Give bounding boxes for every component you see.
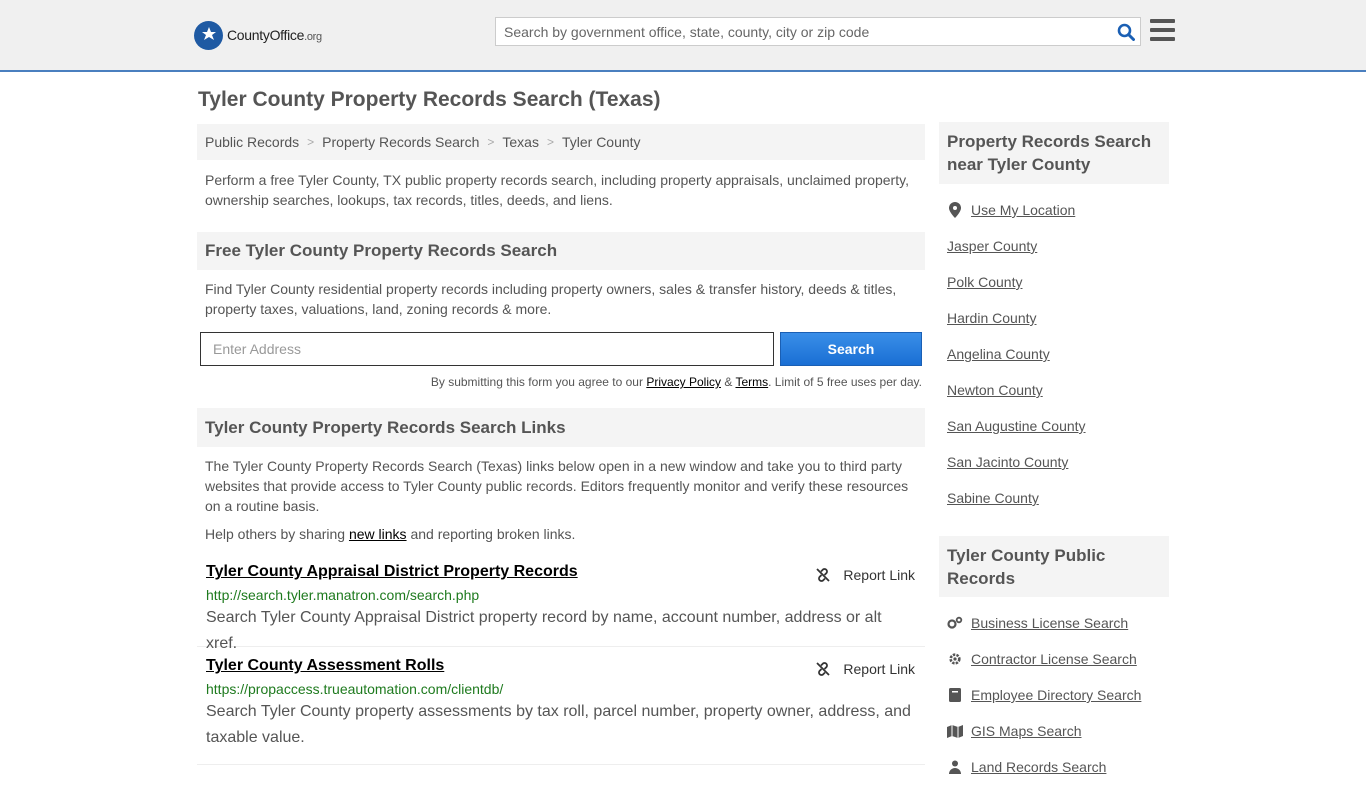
list-item: Newton County — [947, 372, 1161, 408]
book-icon — [947, 688, 963, 702]
nearby-county-link[interactable]: Newton County — [947, 382, 1043, 398]
address-search-form: Search — [197, 332, 925, 366]
main-content: Public Records > Property Records Search… — [197, 124, 925, 765]
result-item: Tyler County Assessment Rolls Report Lin… — [197, 647, 925, 765]
broken-link-icon — [816, 568, 831, 582]
list-item: Sabine County — [947, 480, 1161, 516]
menu-icon[interactable] — [1150, 19, 1175, 41]
nearby-county-link[interactable]: Polk County — [947, 274, 1022, 290]
logo-text: CountyOffice.org — [227, 27, 322, 43]
result-description: Search Tyler County property assessments… — [206, 703, 911, 746]
breadcrumb-public-records[interactable]: Public Records — [205, 134, 299, 150]
list-item: Land Records Search — [947, 749, 1161, 785]
list-item: Use My Location — [947, 192, 1161, 228]
list-item: Business License Search — [947, 605, 1161, 641]
report-link-label: Report Link — [843, 661, 915, 677]
free-search-heading: Free Tyler County Property Records Searc… — [197, 232, 925, 270]
breadcrumb-separator: > — [307, 135, 315, 149]
list-item: Employee Directory Search — [947, 677, 1161, 713]
sidebar: Property Records Search near Tyler Count… — [939, 122, 1169, 785]
site-search-input[interactable] — [496, 18, 1112, 45]
map-icon — [947, 724, 963, 738]
site-logo[interactable]: CountyOffice.org — [194, 20, 322, 50]
address-search-button[interactable]: Search — [780, 332, 922, 366]
breadcrumb-separator: > — [546, 135, 554, 149]
seal-icon — [194, 20, 223, 50]
list-item: Polk County — [947, 264, 1161, 300]
form-disclaimer: By submitting this form you agree to our… — [430, 375, 922, 389]
links-text: The Tyler County Property Records Search… — [205, 458, 909, 514]
breadcrumb-property-records-search[interactable]: Property Records Search — [322, 134, 479, 150]
public-record-link[interactable]: Land Records Search — [971, 759, 1106, 775]
site-search — [495, 17, 1141, 46]
broken-link-icon — [816, 662, 831, 676]
list-item: Angelina County — [947, 336, 1161, 372]
privacy-policy-link[interactable]: Privacy Policy — [646, 375, 721, 389]
breadcrumb: Public Records > Property Records Search… — [197, 124, 925, 160]
top-header: CountyOffice.org — [0, 0, 1366, 72]
nearby-county-link[interactable]: San Jacinto County — [947, 454, 1068, 470]
new-links-link[interactable]: new links — [349, 526, 407, 542]
share-text: Help others by sharing new links and rep… — [205, 526, 576, 542]
map-marker-icon — [947, 202, 963, 218]
list-item: Contractor License Search — [947, 641, 1161, 677]
breadcrumb-separator: > — [487, 135, 495, 149]
list-item: San Augustine County — [947, 408, 1161, 444]
nearby-county-link[interactable]: Sabine County — [947, 490, 1039, 506]
public-record-link[interactable]: Contractor License Search — [971, 651, 1137, 667]
nearby-list: Use My Location Jasper County Polk Count… — [939, 192, 1169, 516]
public-records-heading: Tyler County Public Records — [939, 536, 1169, 597]
public-record-link[interactable]: GIS Maps Search — [971, 723, 1082, 739]
search-icon[interactable] — [1112, 18, 1140, 45]
list-item: GIS Maps Search — [947, 713, 1161, 749]
list-item: Jasper County — [947, 228, 1161, 264]
terms-link[interactable]: Terms — [735, 375, 768, 389]
result-url: https://propaccess.trueautomation.com/cl… — [206, 681, 504, 697]
nearby-county-link[interactable]: Hardin County — [947, 310, 1037, 326]
page-title: Tyler County Property Records Search (Te… — [198, 88, 661, 111]
nearby-county-link[interactable]: Jasper County — [947, 238, 1037, 254]
intro-text: Perform a free Tyler County, TX public p… — [205, 172, 909, 208]
public-records-list: Business License Search Contractor Licen… — [939, 605, 1169, 785]
breadcrumb-tyler-county[interactable]: Tyler County — [562, 134, 641, 150]
result-title-link[interactable]: Tyler County Appraisal District Property… — [206, 563, 578, 581]
links-heading: Tyler County Property Records Search Lin… — [197, 408, 925, 447]
list-item: Hardin County — [947, 300, 1161, 336]
free-search-text: Find Tyler County residential property r… — [205, 281, 897, 317]
result-item: Tyler County Appraisal District Property… — [197, 563, 925, 652]
report-link-button[interactable]: Report Link — [815, 567, 915, 583]
nearby-county-link[interactable]: Angelina County — [947, 346, 1050, 362]
use-my-location-link[interactable]: Use My Location — [971, 202, 1075, 218]
address-input[interactable] — [200, 332, 774, 366]
nearby-heading: Property Records Search near Tyler Count… — [939, 122, 1169, 184]
person-icon — [947, 760, 963, 774]
result-url: http://search.tyler.manatron.com/search.… — [206, 587, 480, 603]
public-record-link[interactable]: Employee Directory Search — [971, 687, 1141, 703]
breadcrumb-texas[interactable]: Texas — [502, 134, 539, 150]
list-item: San Jacinto County — [947, 444, 1161, 480]
public-record-link[interactable]: Business License Search — [971, 615, 1128, 631]
gear-icon — [947, 652, 963, 666]
gears-icon — [947, 616, 963, 630]
report-link-label: Report Link — [843, 567, 915, 583]
report-link-button[interactable]: Report Link — [815, 661, 915, 677]
nearby-county-link[interactable]: San Augustine County — [947, 418, 1086, 434]
result-title-link[interactable]: Tyler County Assessment Rolls — [206, 657, 444, 675]
